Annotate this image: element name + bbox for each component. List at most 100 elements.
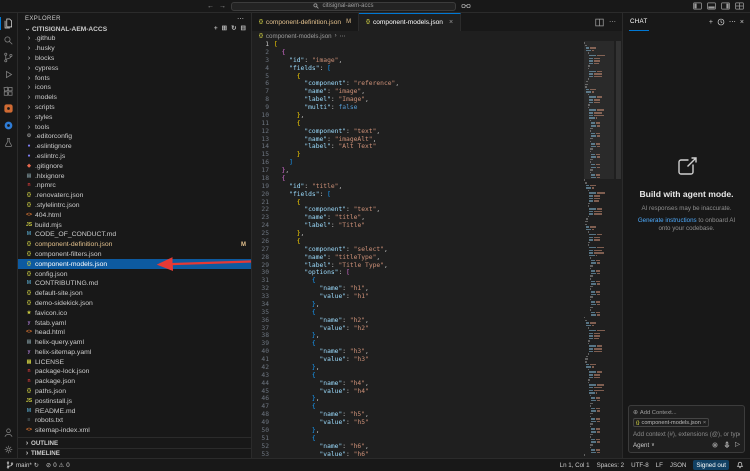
tree-item-CODE_OF_CONDUCT.md[interactable]: MCODE_OF_CONDUCT.md — [18, 230, 251, 240]
tree-item-models[interactable]: ›models — [18, 93, 251, 103]
close-panel-icon[interactable]: × — [740, 19, 744, 26]
tree-item-default-site.json[interactable]: {}default-site.json — [18, 289, 251, 299]
chat-input[interactable] — [633, 430, 740, 438]
generate-instructions-link[interactable]: Generate instructions — [638, 217, 697, 224]
tree-item-cypress[interactable]: ›cypress — [18, 63, 251, 73]
tree-item-.github[interactable]: ›.github — [18, 34, 251, 44]
tree-item-component-filters.json[interactable]: {}component-filters.json — [18, 250, 251, 260]
close-icon[interactable]: × — [703, 420, 706, 426]
attachment-chip[interactable]: {} component-models.json × — [633, 418, 709, 427]
tree-item-README.md[interactable]: MREADME.md — [18, 406, 251, 416]
tree-item-.husky[interactable]: ›.husky — [18, 44, 251, 54]
new-chat-icon[interactable]: + — [709, 19, 713, 26]
tree-item-sitemap-index.xml[interactable]: <>sitemap-index.xml — [18, 426, 251, 436]
split-editor-icon[interactable] — [595, 18, 604, 27]
more-actions-icon[interactable]: ⋯ — [729, 19, 736, 26]
minimap[interactable] — [584, 41, 614, 458]
tree-item-styles[interactable]: ›styles — [18, 112, 251, 122]
tree-item-.stylelintrc.json[interactable]: {}.stylelintrc.json — [18, 201, 251, 211]
new-file-icon[interactable]: + — [214, 26, 218, 33]
tree-item-postinstall.js[interactable]: JSpostinstall.js — [18, 396, 251, 406]
forward-icon[interactable]: → — [219, 3, 226, 10]
tree-item-fonts[interactable]: ›fonts — [18, 73, 251, 83]
tree-item-scripts[interactable]: ›scripts — [18, 103, 251, 113]
toggle-panel-icon[interactable] — [707, 2, 716, 10]
notifications-bell-icon[interactable] — [736, 461, 744, 469]
editor-scrollbar[interactable] — [614, 41, 622, 458]
customize-layout-icon[interactable] — [735, 2, 744, 10]
more-actions-icon[interactable]: ⋯ — [237, 15, 244, 23]
tree-item-paths.json[interactable]: {}paths.json — [18, 387, 251, 397]
tab-component-definition[interactable]: {} component-definition.json M — [252, 13, 359, 31]
tree-item-config.json[interactable]: {}config.json — [18, 269, 251, 279]
tree-item-head.html[interactable]: <>head.html — [18, 328, 251, 338]
extension-orange-icon[interactable] — [0, 100, 18, 117]
account-icon[interactable] — [0, 424, 18, 441]
indentation-status[interactable]: Spaces: 2 — [597, 462, 625, 469]
tree-item-.renovaterc.json[interactable]: {}.renovaterc.json — [18, 191, 251, 201]
tree-item-package-lock.json[interactable]: npackage-lock.json — [18, 367, 251, 377]
scrollbar-thumb[interactable] — [616, 41, 621, 179]
chat-tab[interactable]: CHAT — [629, 13, 649, 31]
close-icon[interactable]: × — [449, 19, 453, 26]
encoding-status[interactable]: UTF-8 — [631, 462, 649, 469]
collapse-all-icon[interactable]: ⊟ — [241, 26, 246, 33]
explorer-icon[interactable] — [0, 15, 18, 32]
tree-item-favicon.ico[interactable]: ★favicon.ico — [18, 308, 251, 318]
command-center[interactable]: citisignal-aem-accs — [231, 2, 456, 11]
new-folder-icon[interactable]: ⊞ — [222, 26, 227, 33]
send-icon[interactable]: ▷ — [735, 442, 740, 449]
tree-item-CONTRIBUTING.md[interactable]: MCONTRIBUTING.md — [18, 279, 251, 289]
chat-input-box[interactable]: ⊕ Add Context... {} component-models.jso… — [628, 405, 745, 453]
extensions-icon[interactable] — [0, 83, 18, 100]
tree-item-icons[interactable]: ›icons — [18, 83, 251, 93]
cursor-position[interactable]: Ln 1, Col 1 — [560, 462, 590, 469]
tree-item-demo-sidekick.json[interactable]: {}demo-sidekick.json — [18, 299, 251, 309]
tools-icon[interactable] — [711, 441, 719, 449]
refresh-explorer-icon[interactable]: ↻ — [231, 26, 236, 33]
tree-item-LICENSE[interactable]: ▤LICENSE — [18, 357, 251, 367]
tree-item-robots.txt[interactable]: ≡robots.txt — [18, 416, 251, 426]
language-mode[interactable]: JSON — [670, 462, 687, 469]
history-icon[interactable] — [717, 18, 725, 26]
tree-item-tools[interactable]: ›tools — [18, 122, 251, 132]
tree-item-component-models.json[interactable]: {}component-models.json — [18, 259, 251, 269]
tree-item-.hlxignore[interactable]: ▤.hlxignore — [18, 171, 251, 181]
timeline-section[interactable]: › TIMELINE — [18, 448, 251, 458]
tree-item-fstab.yaml[interactable]: yfstab.yaml — [18, 318, 251, 328]
tree-item-build.mjs[interactable]: JSbuild.mjs — [18, 220, 251, 230]
tree-item-404.html[interactable]: <>404.html — [18, 210, 251, 220]
tree-item-component-definition.json[interactable]: {}component-definition.jsonM — [18, 240, 251, 250]
code-lines[interactable]: [ { "id": "image", "fields": [ { "compon… — [274, 41, 582, 458]
branch-status[interactable]: main* ↻ — [6, 461, 39, 469]
tree-item-.editorconfig[interactable]: ⚙.editorconfig — [18, 132, 251, 142]
copilot-signed-out-status[interactable]: Signed out — [693, 460, 729, 470]
tree-item-.eslintrc.js[interactable]: ●.eslintrc.js — [18, 152, 251, 162]
project-root-folder[interactable]: › CITISIGNAL-AEM-ACCS + ⊞ ↻ ⊟ — [18, 24, 251, 34]
microphone-icon[interactable] — [723, 441, 731, 449]
mode-picker[interactable]: Agent ∨ — [633, 442, 655, 449]
tab-component-models[interactable]: {} component-models.json × — [359, 13, 461, 31]
copilot-icon[interactable] — [461, 2, 471, 10]
tree-item-.gitignore[interactable]: ◆.gitignore — [18, 161, 251, 171]
run-debug-icon[interactable] — [0, 66, 18, 83]
add-context-button[interactable]: ⊕ Add Context... — [633, 410, 677, 416]
more-actions-icon[interactable]: ⋯ — [609, 18, 616, 26]
source-control-icon[interactable] — [0, 49, 18, 66]
outline-section[interactable]: › OUTLINE — [18, 438, 251, 448]
tree-item-.eslintignore[interactable]: ●.eslintignore — [18, 142, 251, 152]
eol-status[interactable]: LF — [656, 462, 663, 469]
toggle-secondary-sidebar-icon[interactable] — [721, 2, 730, 10]
testing-beaker-icon[interactable] — [0, 134, 18, 151]
tree-item-.npmrc[interactable]: n.npmrc — [18, 181, 251, 191]
tree-item-helix-query.yaml[interactable]: ▤helix-query.yaml — [18, 338, 251, 348]
back-icon[interactable]: ← — [207, 3, 214, 10]
extension-blue-icon[interactable] — [0, 117, 18, 134]
settings-gear-icon[interactable] — [0, 441, 18, 458]
toggle-primary-sidebar-icon[interactable] — [693, 2, 702, 10]
tree-item-package.json[interactable]: npackage.json — [18, 377, 251, 387]
tree-item-helix-sitemap.yaml[interactable]: yhelix-sitemap.yaml — [18, 348, 251, 358]
tree-item-blocks[interactable]: ›blocks — [18, 54, 251, 64]
problems-status[interactable]: ⊘ 0 ⚠ 0 — [46, 462, 70, 469]
breadcrumb[interactable]: {} component-models.json › ⋯ — [252, 31, 622, 41]
